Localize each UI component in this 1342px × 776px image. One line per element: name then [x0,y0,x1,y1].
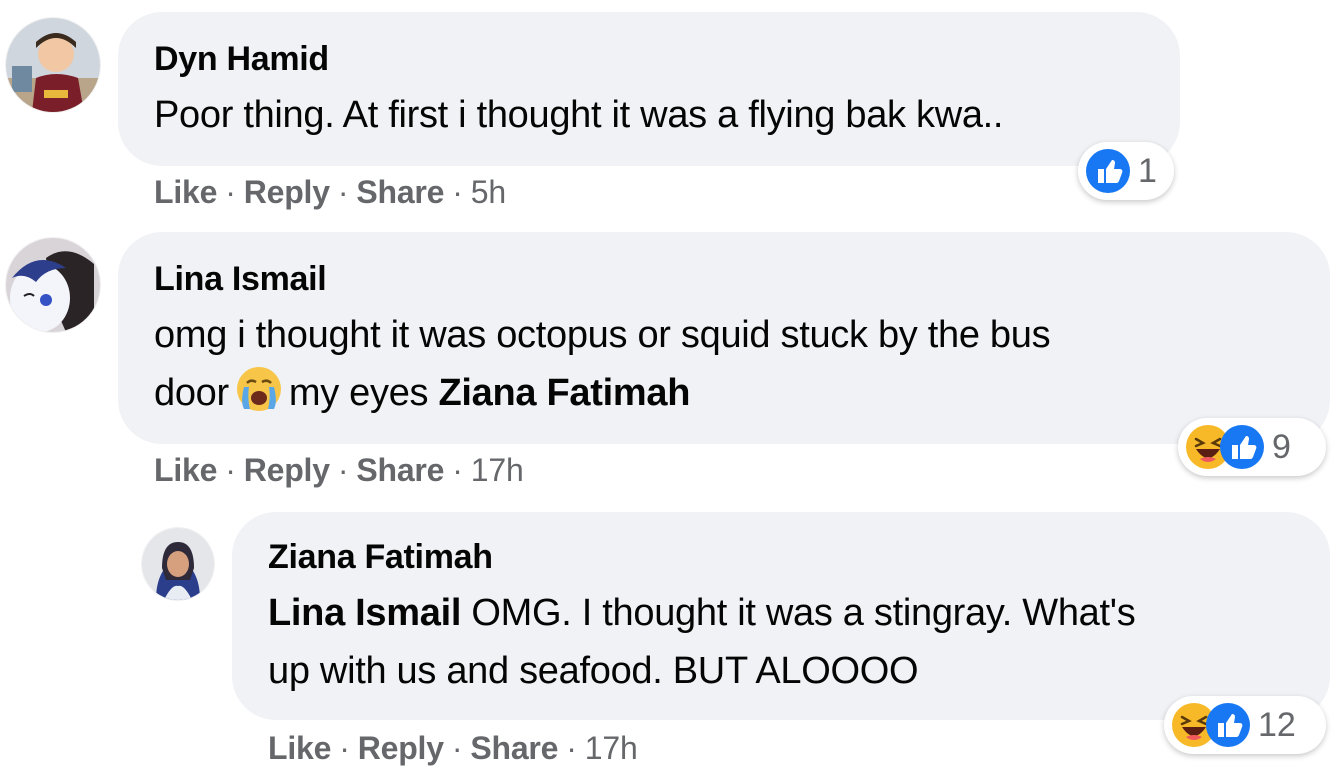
comment-text: Poor thing. At first i thought it was a … [154,94,1004,136]
share-link[interactable]: Share [356,452,444,488]
reaction-count: 9 [1272,427,1291,466]
comment-bubble: Ziana Fatimah Lina Ismail OMG. I thought… [232,512,1330,720]
comment-author[interactable]: Ziana Fatimah [268,538,493,577]
separator: · [451,730,463,766]
reply-link[interactable]: Reply [244,174,330,210]
share-link[interactable]: Share [470,730,558,766]
comment-text-line: door my eyes Ziana Fatimah [154,364,1050,422]
timestamp[interactable]: 17h [585,730,638,766]
avatar[interactable] [6,238,100,332]
avatar[interactable] [142,528,214,600]
comment-actions: Like · Reply · Share · 17h [154,452,524,489]
reaction-count: 12 [1258,705,1296,744]
separator: · [225,452,236,488]
separator: · [566,730,577,766]
mention-link[interactable]: Ziana Fatimah [439,372,691,414]
share-link[interactable]: Share [356,174,444,210]
avatar[interactable] [6,18,100,112]
reply-link[interactable]: Reply [358,730,444,766]
like-icon [1206,703,1250,747]
separator: · [337,174,349,210]
comment-bubble: Lina Ismail omg i thought it was octopus… [118,232,1330,444]
comment-bubble: Dyn Hamid Poor thing. At first i thought… [118,12,1180,166]
reaction-summary[interactable]: 1 [1078,142,1174,200]
separator: · [452,452,463,488]
like-icon [1220,425,1264,469]
text-fragment: OMG. I thought it was a stingray. What's [471,592,1136,634]
reply-link[interactable]: Reply [244,452,330,488]
like-link[interactable]: Like [154,174,217,210]
like-link[interactable]: Like [154,452,217,488]
separator: · [225,174,236,210]
separator: · [339,730,350,766]
text-fragment: door [154,372,229,414]
comment-text: Lina Ismail OMG. I thought it was a stin… [268,584,1136,700]
like-link[interactable]: Like [268,730,331,766]
reaction-summary[interactable]: 12 [1164,696,1326,754]
comment-text-line: Lina Ismail OMG. I thought it was a stin… [268,584,1136,642]
comment-actions: Like · Reply · Share · 17h [268,730,638,767]
comment-author[interactable]: Dyn Hamid [154,40,329,79]
reaction-summary[interactable]: 9 [1178,418,1326,476]
reaction-count: 1 [1138,151,1157,190]
crying-face-emoji [235,365,283,413]
comment-actions: Like · Reply · Share · 5h [154,174,506,211]
comment-text-line: omg i thought it was octopus or squid st… [154,314,1051,356]
comment-text-line: up with us and seafood. BUT ALOOOO [268,650,919,692]
comment-text: omg i thought it was octopus or squid st… [154,306,1051,422]
timestamp[interactable]: 17h [471,452,524,488]
separator: · [452,174,463,210]
like-icon [1086,149,1130,193]
comment-author[interactable]: Lina Ismail [154,260,327,299]
timestamp[interactable]: 5h [471,174,506,210]
separator: · [337,452,349,488]
text-fragment: my eyes [288,372,429,414]
mention-link[interactable]: Lina Ismail [268,592,461,634]
